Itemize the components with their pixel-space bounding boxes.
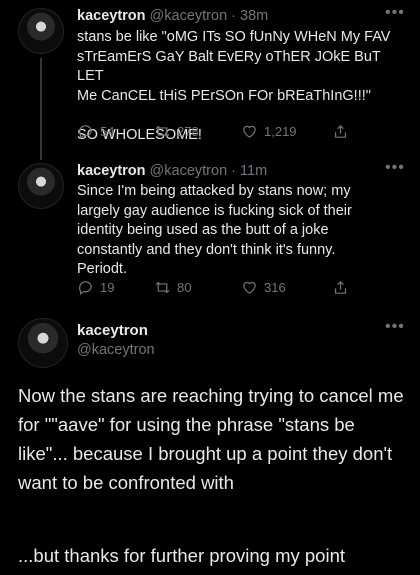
reply-count: 54 [100,124,115,139]
main-tweet-text-continued: ...but thanks for further proving my poi… [18,545,345,566]
more-icon[interactable]: ••• [385,4,405,22]
display-name[interactable]: kaceytron [77,163,146,179]
reply-count: 19 [100,280,115,295]
tweet-header: kaceytron @kaceytron · 38m [77,8,268,24]
retweet-icon [155,125,170,138]
tweet-text: Since I'm being attacked by stans now; m… [77,183,352,277]
avatar[interactable] [18,163,64,209]
reply-button[interactable]: 19 [77,279,154,296]
timestamp[interactable]: · 38m [231,8,268,24]
share-icon [334,124,347,138]
retweet-button[interactable]: 80 [154,279,241,296]
retweet-count: 80 [177,280,192,295]
thread-line [40,58,42,160]
more-icon[interactable]: ••• [385,159,405,177]
handle[interactable]: @kaceytron [77,342,155,358]
share-button[interactable] [332,123,349,140]
timestamp[interactable]: · 11m [231,163,267,179]
tweet-actions: 19 80 316 [77,279,349,296]
like-button[interactable]: 316 [241,279,332,296]
more-icon[interactable]: ••• [385,318,405,336]
like-count: 316 [264,280,286,295]
reply-icon [79,281,92,296]
retweet-count: 278 [177,124,199,139]
tweet-actions: 54 278 1,219 [77,123,349,140]
like-count: 1,219 [264,124,297,139]
like-icon [243,125,256,138]
reply-button[interactable]: 54 [77,123,154,140]
main-tweet-text: Now the stans are reaching trying to can… [18,385,404,493]
display-name[interactable]: kaceytron [77,322,148,339]
handle[interactable]: @kaceytron [150,163,228,179]
retweet-icon [155,281,170,294]
like-icon [243,281,256,294]
retweet-button[interactable]: 278 [154,123,241,140]
display-name[interactable]: kaceytron [77,8,146,24]
handle[interactable]: @kaceytron [150,8,228,24]
share-button[interactable] [332,279,349,296]
tweet-header: kaceytron @kaceytron · 11m [77,163,267,179]
like-button[interactable]: 1,219 [241,123,332,140]
avatar[interactable] [18,8,64,54]
share-icon [334,280,347,294]
avatar[interactable] [18,318,68,368]
reply-icon [79,125,92,140]
